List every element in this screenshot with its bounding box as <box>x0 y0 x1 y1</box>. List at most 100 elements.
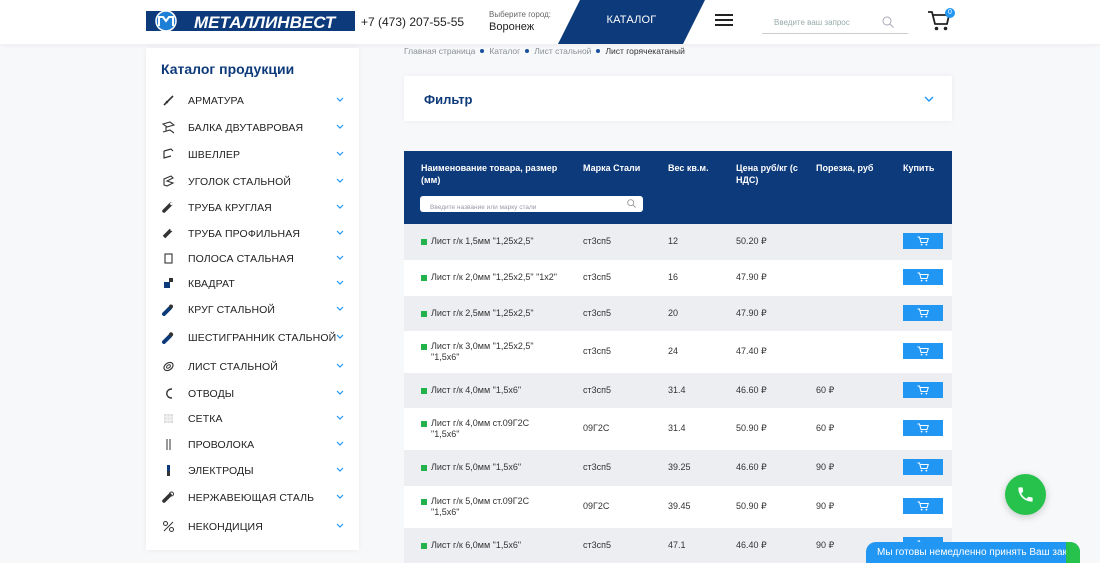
sidebar-item[interactable]: ПОЛОСА СТАЛЬНАЯ <box>146 247 359 271</box>
site-logo[interactable]: МЕТАЛЛИНВЕСТ <box>146 8 355 34</box>
weight-value: 31.4 <box>668 385 686 395</box>
chevron-down-icon[interactable] <box>336 97 344 103</box>
chevron-down-icon[interactable] <box>336 178 344 184</box>
sidebar-item[interactable]: ОТВОДЫ <box>146 382 359 406</box>
steel-grade: ст3сп5 <box>583 540 612 550</box>
site-header: МЕТАЛЛИНВЕСТ +7 (473) 207-55-55 Выберите… <box>0 0 1100 44</box>
buy-button[interactable] <box>903 233 943 249</box>
chevron-down-icon[interactable] <box>336 494 344 500</box>
product-name[interactable]: Лист г/к 4,0мм ст.09Г2С "1,5х6" <box>431 418 529 440</box>
filter-panel[interactable]: Фильтр <box>404 76 952 121</box>
breadcrumb: Главная страница Каталог Лист стальной Лист… <box>404 46 685 56</box>
sidebar-item[interactable]: ЭЛЕКТРОДЫ <box>146 459 359 483</box>
chevron-down-icon[interactable] <box>336 415 344 421</box>
table-row: Лист г/к 5,0мм ст.09Г2С "1,5х6" 09Г2С 39.45… <box>404 486 952 528</box>
sidebar-item[interactable]: БАЛКА ДВУТАВРОВАЯ <box>146 116 359 140</box>
table-search-input[interactable] <box>420 199 620 216</box>
menu-icon[interactable] <box>715 14 733 27</box>
product-name[interactable]: Лист г/к 6,0мм "1,5х6" <box>431 540 521 551</box>
city-selector[interactable]: Воронеж <box>489 21 534 33</box>
product-name[interactable]: Лист г/к 4,0мм "1,5х6" <box>431 385 521 396</box>
sidebar-item[interactable]: СЕТКА <box>146 407 359 431</box>
col-grade-header: Марка Стали <box>583 163 641 173</box>
round-bar-icon <box>162 304 173 316</box>
col-cut-header: Порезка, руб <box>816 163 874 173</box>
steel-grade: 09Г2С <box>583 423 610 433</box>
chevron-down-icon[interactable] <box>336 255 344 261</box>
chevron-down-icon[interactable] <box>336 390 344 396</box>
chevron-down-icon[interactable] <box>336 124 344 130</box>
buy-button[interactable] <box>903 498 943 514</box>
chevron-down-icon[interactable] <box>336 334 344 340</box>
search-icon[interactable] <box>882 16 894 28</box>
price-value: 50.20 ₽ <box>736 236 767 246</box>
product-name[interactable]: Лист г/к 5,0мм "1,5х6" <box>431 462 521 473</box>
sidebar-item-label: ШВЕЛЛЕР <box>188 149 241 161</box>
chat-widget-accent <box>1066 542 1080 563</box>
in-stock-dot <box>421 311 427 317</box>
steel-grade: ст3сп5 <box>583 346 612 356</box>
product-name[interactable]: Лист г/к 2,0мм "1,25х2,5" "1х2" <box>431 272 557 283</box>
catalog-button[interactable]: КАТАЛОГ <box>558 0 705 44</box>
hexagon-bar-icon <box>162 332 174 344</box>
sidebar-item-label: ТРУБА КРУГЛАЯ <box>188 202 272 214</box>
sidebar-item[interactable]: ЛИСТ СТАЛЬНОЙ <box>146 355 359 379</box>
in-stock-dot <box>421 344 427 350</box>
sidebar-item[interactable]: НЕКОНДИЦИЯ <box>146 515 359 539</box>
chevron-down-icon[interactable] <box>336 151 344 157</box>
col-name-header: Наименование товара, размер (мм) <box>421 163 558 185</box>
table-row: Лист г/к 1,5мм "1,25х2,5" ст3сп5 12 50.20 ₽ <box>404 224 952 260</box>
buy-button[interactable] <box>903 305 943 321</box>
cart-icon <box>917 423 929 433</box>
breadcrumb-sheet[interactable]: Лист стальной <box>534 46 591 56</box>
buy-button[interactable] <box>903 382 943 398</box>
price-value: 46.60 ₽ <box>736 385 767 395</box>
sidebar-item[interactable]: ТРУБА ПРОФИЛЬНАЯ <box>146 222 359 246</box>
sidebar-item-label: ПРОВОЛОКА <box>188 439 255 451</box>
cart-icon <box>917 385 929 395</box>
product-name[interactable]: Лист г/к 1,5мм "1,25х2,5" <box>431 236 534 247</box>
steel-grade: ст3сп5 <box>583 272 612 282</box>
table-row: Лист г/к 5,0мм "1,5х6" ст3сп5 39.25 46.60 ₽… <box>404 450 952 486</box>
chevron-down-icon[interactable] <box>336 523 344 529</box>
phone-number[interactable]: +7 (473) 207-55-55 <box>361 15 464 29</box>
buy-button[interactable] <box>903 269 943 285</box>
chevron-down-icon[interactable] <box>336 230 344 236</box>
chevron-down-icon[interactable] <box>336 441 344 447</box>
price-value: 50.90 ₽ <box>736 501 767 511</box>
city-label: Выберите город: <box>489 10 551 19</box>
sidebar-item[interactable]: ТРУБА КРУГЛАЯ <box>146 196 359 220</box>
chevron-down-icon[interactable] <box>336 467 344 473</box>
search-icon[interactable] <box>627 199 636 208</box>
breadcrumb-catalog[interactable]: Каталог <box>489 46 520 56</box>
sidebar-item[interactable]: ПРОВОЛОКА <box>146 433 359 457</box>
chevron-down-icon[interactable] <box>336 204 344 210</box>
chevron-down-icon[interactable] <box>336 363 344 369</box>
weight-value: 47.1 <box>668 540 686 550</box>
chevron-down-icon[interactable] <box>336 280 344 286</box>
call-button[interactable] <box>1005 474 1046 515</box>
sidebar-item[interactable]: УГОЛОК СТАЛЬНОЙ <box>146 170 359 194</box>
in-stock-dot <box>421 421 427 427</box>
sidebar-item[interactable]: ШВЕЛЛЕР <box>146 143 359 167</box>
price-value: 46.40 ₽ <box>736 540 767 550</box>
sidebar-item[interactable]: КРУГ СТАЛЬНОЙ <box>146 298 359 322</box>
channel-icon <box>163 148 174 159</box>
breadcrumb-home[interactable]: Главная страница <box>404 46 475 56</box>
chat-widget[interactable]: Мы готовы немедленно принять Ваш заказ <box>866 542 1080 563</box>
buy-button[interactable] <box>903 459 943 475</box>
in-stock-dot <box>421 388 427 394</box>
sidebar-item[interactable]: ШЕСТИГРАННИК СТАЛЬНОЙ <box>146 326 359 350</box>
chevron-down-icon[interactable] <box>336 306 344 312</box>
search-input[interactable] <box>762 11 877 33</box>
cut-price-value: 60 ₽ <box>816 423 835 433</box>
sidebar-item[interactable]: НЕРЖАВЕЮЩАЯ СТАЛЬ <box>146 486 359 510</box>
sidebar-item[interactable]: АРМАТУРА <box>146 89 359 113</box>
buy-button[interactable] <box>903 343 943 359</box>
product-name[interactable]: Лист г/к 3,0мм "1,25х2,5" "1,5х6" <box>431 341 534 363</box>
buy-button[interactable] <box>903 420 943 436</box>
product-name[interactable]: Лист г/к 2,5мм "1,25х2,5" <box>431 308 534 319</box>
sidebar-item[interactable]: КВАДРАТ <box>146 272 359 296</box>
product-name[interactable]: Лист г/к 5,0мм ст.09Г2С "1,5х6" <box>431 496 529 518</box>
steel-grade: 09Г2С <box>583 501 610 511</box>
